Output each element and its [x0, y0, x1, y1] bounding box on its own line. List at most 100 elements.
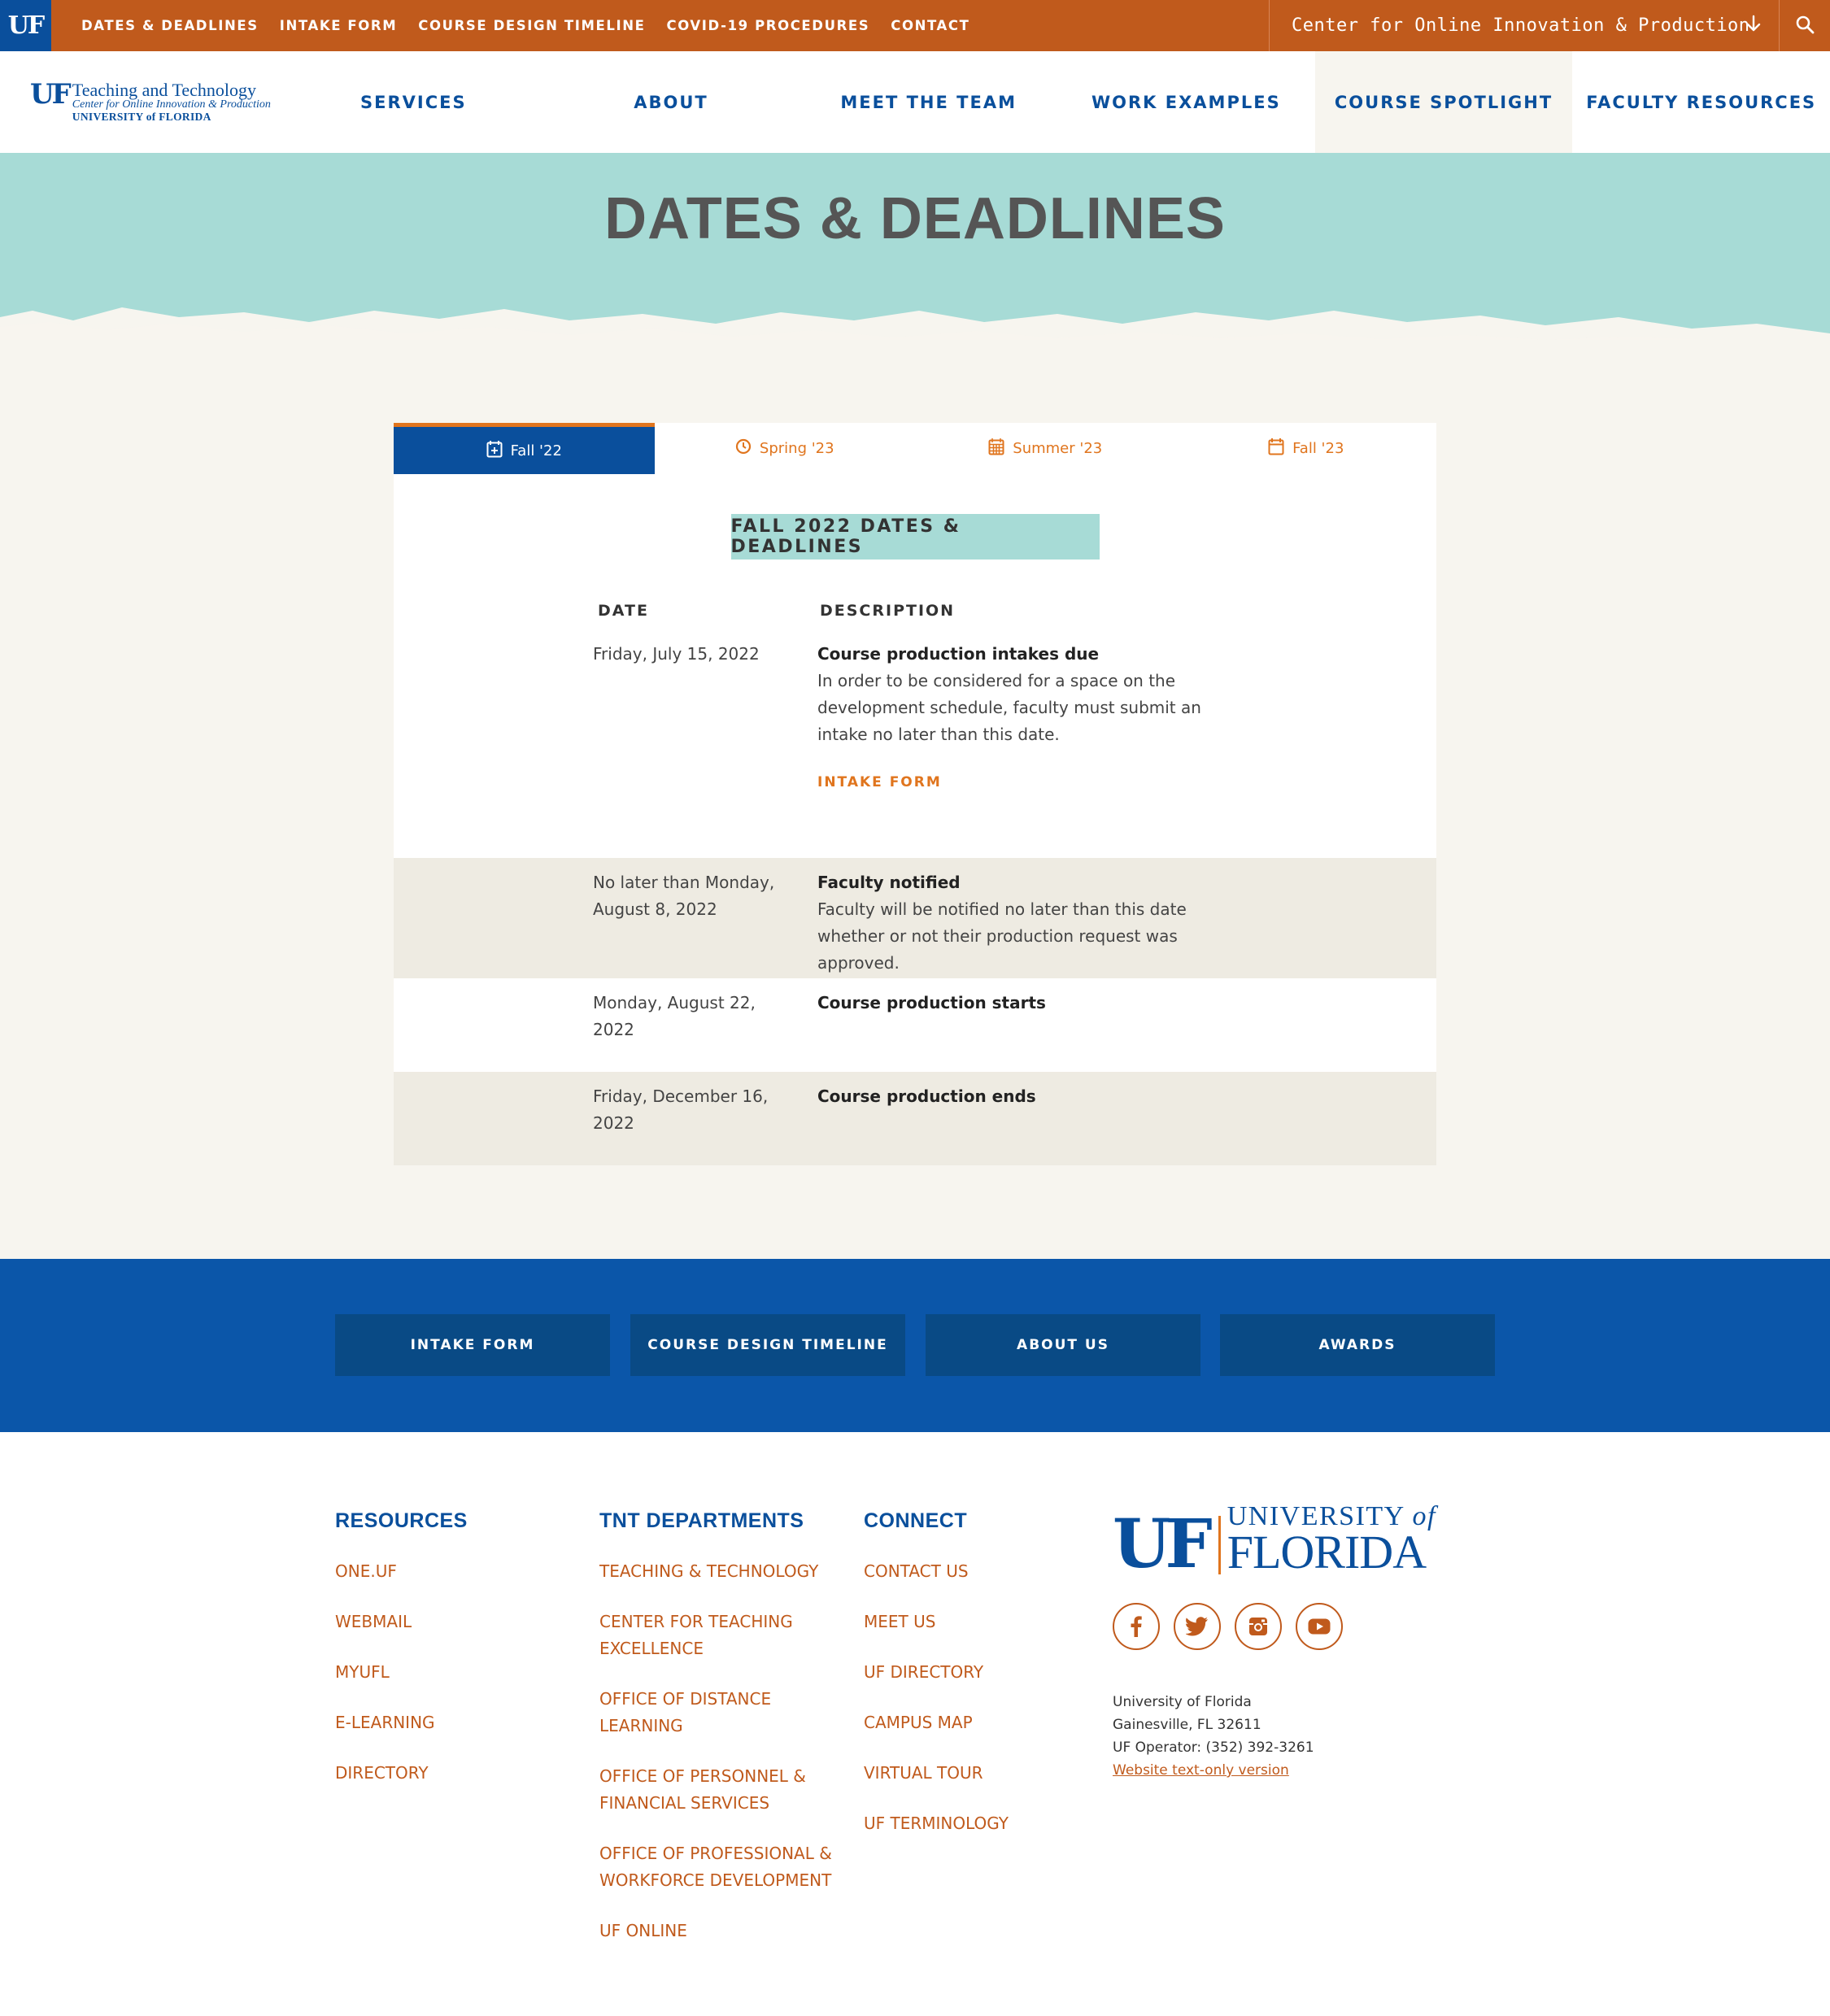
quick-links-band: INTAKE FORM COURSE DESIGN TIMELINE ABOUT…: [0, 1259, 1830, 1432]
row-text: In order to be considered for a space on…: [817, 671, 1201, 744]
logo-title: Teaching and Technology: [72, 80, 257, 100]
tab-label: Summer '23: [1013, 440, 1103, 457]
page-title: DATES & DEADLINES: [604, 186, 1226, 251]
quick-link-intake-form[interactable]: INTAKE FORM: [335, 1314, 610, 1376]
arrow-down-icon: [1746, 14, 1761, 38]
footer-link[interactable]: CAMPUS MAP: [864, 1709, 1091, 1736]
twitter-icon[interactable]: [1174, 1603, 1221, 1650]
calendar-plus-icon: [486, 440, 503, 462]
row-description: Course production ends: [817, 1083, 1248, 1110]
intake-form-link[interactable]: INTAKE FORM: [817, 769, 1248, 796]
table-row: Friday, December 16, 2022 Course product…: [394, 1072, 1436, 1165]
utility-links: DATES & DEADLINES INTAKE FORM COURSE DES…: [81, 18, 970, 33]
deadlines-panel: Fall '22 Spring '23 Summer '23 Fall '23: [394, 423, 1436, 1165]
tab-fall-23[interactable]: Fall '23: [1176, 423, 1437, 474]
footer-link[interactable]: CONTACT US: [864, 1558, 1091, 1585]
footer-link[interactable]: OFFICE OF PROFESSIONAL & WORKFORCE DEVEL…: [599, 1840, 843, 1894]
footer-link[interactable]: OFFICE OF PERSONNEL & FINANCIAL SERVICES: [599, 1763, 843, 1817]
util-link-contact[interactable]: CONTACT: [891, 18, 969, 33]
tab-label: Spring '23: [759, 440, 834, 457]
footer-link[interactable]: UF ONLINE: [599, 1918, 843, 1944]
footer-departments: TNT DEPARTMENTS TEACHING & TECHNOLOGY CE…: [599, 1509, 843, 1968]
row-description: Course production starts: [817, 990, 1248, 1017]
facebook-icon[interactable]: [1113, 1603, 1160, 1650]
footer-link[interactable]: DIRECTORY: [335, 1760, 579, 1787]
logo-university: UNIVERSITY of FLORIDA: [72, 110, 211, 123]
content-area: Fall '22 Spring '23 Summer '23 Fall '23: [0, 340, 1830, 1259]
operator-phone: UF Operator: (352) 392-3261: [1113, 1740, 1314, 1756]
nav-item-about[interactable]: ABOUT: [542, 51, 800, 153]
tab-label: Fall '23: [1292, 440, 1344, 457]
table-row: No later than Monday, August 8, 2022 Fac…: [394, 858, 1436, 978]
footer-link[interactable]: UF DIRECTORY: [864, 1659, 1091, 1686]
column-header-description: DESCRIPTION: [820, 602, 956, 620]
footer-heading-departments: TNT DEPARTMENTS: [599, 1509, 804, 1532]
footer-link[interactable]: UF TERMINOLOGY: [864, 1810, 1091, 1837]
address-line: Gainesville, FL 32611: [1113, 1717, 1261, 1733]
quick-link-about-us[interactable]: ABOUT US: [926, 1314, 1200, 1376]
page-hero: DATES & DEADLINES: [0, 153, 1830, 342]
logo-florida-word: FLORIDA: [1227, 1526, 1427, 1579]
row-text: Faculty will be notified no later than t…: [817, 899, 1187, 973]
footer-heading-resources: RESOURCES: [335, 1509, 468, 1532]
address-line: University of Florida: [1113, 1694, 1252, 1710]
footer-resources: RESOURCES ONE.UF WEBMAIL MYUFL E-LEARNIN…: [335, 1509, 579, 1810]
footer-link[interactable]: MYUFL: [335, 1659, 579, 1686]
util-link-intake[interactable]: INTAKE FORM: [280, 18, 398, 33]
instagram-icon[interactable]: [1235, 1603, 1282, 1650]
nav-item-work-examples[interactable]: WORK EXAMPLES: [1057, 51, 1315, 153]
footer-link[interactable]: WEBMAIL: [335, 1609, 579, 1635]
site-logo[interactable]: UF Teaching and Technology Center for On…: [30, 81, 271, 123]
footer-link[interactable]: VIRTUAL TOUR: [864, 1760, 1091, 1787]
row-description: Faculty notified Faculty will be notifie…: [817, 869, 1248, 977]
footer-link[interactable]: MEET US: [864, 1609, 1091, 1635]
uf-home-link[interactable]: UF: [0, 0, 51, 51]
deadlines-section-title: FALL 2022 DATES & DEADLINES: [730, 514, 1100, 560]
footer-link[interactable]: ONE.UF: [335, 1558, 579, 1585]
tab-fall-22[interactable]: Fall '22: [394, 423, 655, 474]
nav-item-services[interactable]: SERVICES: [285, 51, 542, 153]
clock-icon: [735, 438, 752, 459]
quick-link-awards[interactable]: AWARDS: [1220, 1314, 1495, 1376]
nav-items: SERVICES ABOUT MEET THE TEAM WORK EXAMPL…: [285, 51, 1830, 153]
quick-link-course-design-timeline[interactable]: COURSE DESIGN TIMELINE: [630, 1314, 905, 1376]
footer-link[interactable]: OFFICE OF DISTANCE LEARNING: [599, 1686, 843, 1740]
center-selector[interactable]: Center for Online Innovation & Productio…: [1269, 0, 1777, 51]
column-header-date: DATE: [598, 602, 649, 620]
top-utility-bar: UF DATES & DEADLINES INTAKE FORM COURSE …: [0, 0, 1830, 51]
footer-address: University of Florida Gainesville, FL 32…: [1113, 1691, 1314, 1782]
row-date: Friday, July 15, 2022: [593, 644, 760, 664]
tab-spring-23[interactable]: Spring '23: [655, 423, 916, 474]
nav-item-meet-the-team[interactable]: MEET THE TEAM: [800, 51, 1057, 153]
search-button[interactable]: [1779, 0, 1830, 51]
row-title: Course production ends: [817, 1086, 1036, 1106]
table-row: Monday, August 22, 2022 Course productio…: [394, 978, 1436, 1072]
tab-summer-23[interactable]: Summer '23: [915, 423, 1176, 474]
util-link-covid[interactable]: COVID-19 PROCEDURES: [667, 18, 870, 33]
footer-link[interactable]: CENTER FOR TEACHING EXCELLENCE: [599, 1609, 843, 1662]
util-link-dates[interactable]: DATES & DEADLINES: [81, 18, 259, 33]
nav-item-faculty-resources[interactable]: FACULTY RESOURCES: [1572, 51, 1830, 153]
footer-link[interactable]: TEACHING & TECHNOLOGY: [599, 1558, 843, 1585]
footer-heading-connect: CONNECT: [864, 1509, 968, 1532]
table-row: Friday, July 15, 2022 Course production …: [394, 641, 1436, 858]
university-of-florida-logo[interactable]: UF UNIVERSITY of FLORIDA: [1113, 1503, 1436, 1579]
logo-uf-mark: UF: [30, 78, 72, 111]
search-icon: [1795, 15, 1815, 37]
nav-item-course-spotlight[interactable]: COURSE SPOTLIGHT: [1314, 51, 1573, 153]
table-header: DATE DESCRIPTION: [394, 560, 1436, 641]
term-tabs: Fall '22 Spring '23 Summer '23 Fall '23: [394, 423, 1436, 474]
center-selector-label: Center for Online Innovation & Productio…: [1292, 15, 1750, 36]
youtube-icon[interactable]: [1296, 1603, 1343, 1650]
footer-connect: CONNECT CONTACT US MEET US UF DIRECTORY …: [864, 1509, 1091, 1861]
social-links: [1113, 1603, 1343, 1650]
calendar-grid-icon: [988, 438, 1004, 459]
calendar-icon: [1268, 438, 1284, 459]
site-footer: RESOURCES ONE.UF WEBMAIL MYUFL E-LEARNIN…: [0, 1432, 1830, 2016]
util-link-timeline[interactable]: COURSE DESIGN TIMELINE: [418, 18, 645, 33]
text-only-version-link[interactable]: Website text-only version: [1113, 1759, 1314, 1782]
row-date: No later than Monday, August 8, 2022: [593, 873, 775, 919]
logo-divider: [1218, 1516, 1221, 1575]
footer-link[interactable]: E-LEARNING: [335, 1709, 579, 1736]
logo-subtitle: Center for Online Innovation & Productio…: [72, 98, 271, 111]
